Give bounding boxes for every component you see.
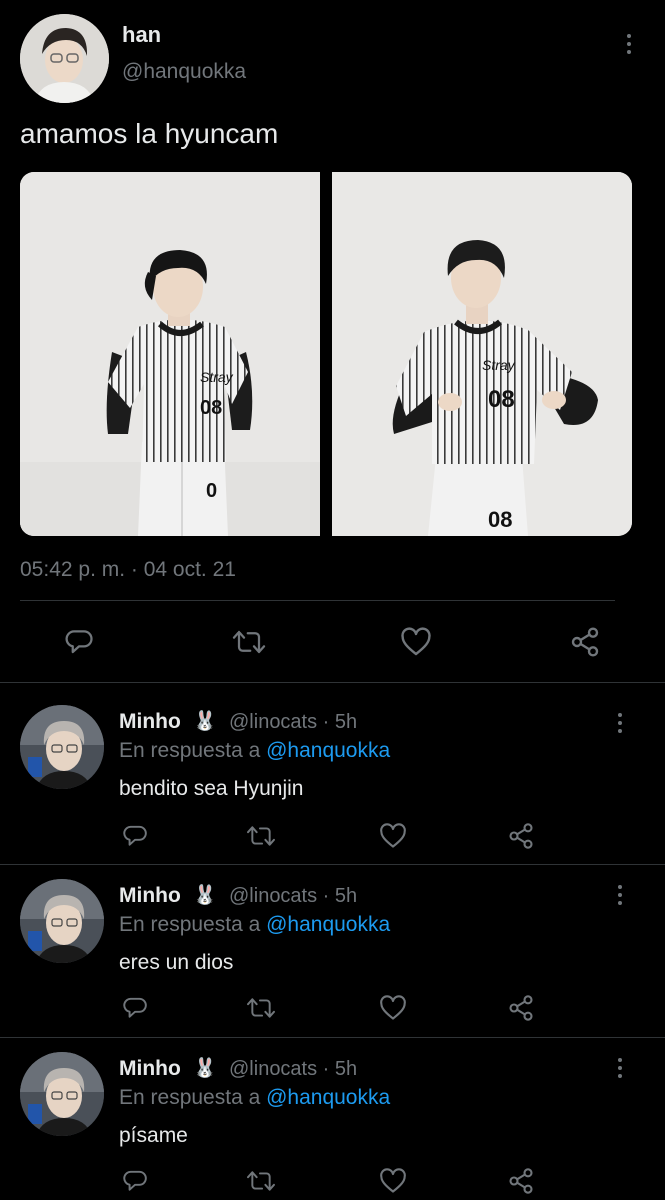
like-button[interactable] bbox=[399, 625, 433, 659]
retweet-icon bbox=[247, 826, 275, 846]
heart-icon bbox=[380, 823, 406, 848]
comment-icon bbox=[123, 997, 147, 1018]
share-button[interactable] bbox=[506, 993, 536, 1023]
reply-avatar[interactable] bbox=[20, 705, 104, 789]
share-button[interactable] bbox=[506, 1166, 536, 1196]
like-button[interactable] bbox=[378, 1166, 408, 1196]
author-display-name[interactable]: han bbox=[122, 22, 161, 48]
reply-text: bendito sea Hyunjin bbox=[119, 777, 304, 800]
tweet-timestamp[interactable]: 05:42 p. m. · 04 oct. 21 bbox=[20, 558, 236, 582]
more-options-icon[interactable] bbox=[608, 880, 632, 910]
rabbit-emoji-icon: 🐰 bbox=[193, 885, 217, 906]
reply-avatar[interactable] bbox=[20, 1052, 104, 1136]
avatar-photo-icon bbox=[20, 1052, 104, 1136]
heart-icon bbox=[380, 995, 406, 1020]
main-tweet: han @hanquokka amamos la hyuncam Stray 0… bbox=[0, 0, 665, 682]
retweet-icon bbox=[247, 998, 275, 1018]
rabbit-emoji-icon: 🐰 bbox=[193, 711, 217, 732]
author-avatar[interactable] bbox=[20, 14, 109, 103]
reply-text: písame bbox=[119, 1124, 188, 1147]
retweet-icon bbox=[247, 1171, 275, 1191]
reply-mention-link[interactable]: @hanquokka bbox=[266, 1086, 390, 1109]
retweet-icon bbox=[232, 630, 266, 654]
svg-text:0: 0 bbox=[206, 480, 217, 502]
share-icon bbox=[509, 995, 533, 1021]
more-options-icon[interactable] bbox=[617, 29, 641, 59]
svg-text:08: 08 bbox=[200, 397, 222, 419]
reply-mention-link[interactable]: @hanquokka bbox=[266, 913, 390, 936]
rabbit-emoji-icon: 🐰 bbox=[193, 1058, 217, 1079]
reply-handle[interactable]: @linocats · 5h bbox=[229, 885, 357, 908]
reply-display-name[interactable]: Minho bbox=[119, 710, 181, 734]
reply-context-prefix: En respuesta a bbox=[119, 1086, 267, 1109]
reply-button[interactable] bbox=[62, 625, 96, 659]
like-button[interactable] bbox=[378, 821, 408, 851]
reply-display-name[interactable]: Minho bbox=[119, 1057, 181, 1081]
share-icon bbox=[571, 627, 599, 657]
heart-icon bbox=[401, 627, 431, 656]
reply-tweet[interactable]: Minho 🐰 @linocats · 5h En respuesta a @h… bbox=[0, 683, 665, 864]
retweet-button[interactable] bbox=[244, 821, 278, 851]
retweet-button[interactable] bbox=[244, 1166, 278, 1196]
reply-mention-link[interactable]: @hanquokka bbox=[266, 739, 390, 762]
more-options-icon[interactable] bbox=[608, 708, 632, 738]
comment-icon bbox=[123, 825, 147, 846]
retweet-button[interactable] bbox=[244, 993, 278, 1023]
reply-context: En respuesta a @hanquokka bbox=[119, 913, 390, 937]
reply-context: En respuesta a @hanquokka bbox=[119, 739, 390, 763]
share-button[interactable] bbox=[506, 821, 536, 851]
avatar-photo-icon bbox=[20, 14, 109, 103]
avatar-photo-icon bbox=[20, 879, 104, 963]
tweet-text: amamos la hyuncam bbox=[20, 118, 279, 149]
share-button[interactable] bbox=[568, 625, 602, 659]
reply-tweet[interactable]: Minho 🐰 @linocats · 5h En respuesta a @h… bbox=[0, 865, 665, 1037]
share-icon bbox=[509, 1168, 533, 1194]
svg-text:08: 08 bbox=[488, 507, 512, 532]
retweet-button[interactable] bbox=[229, 625, 269, 659]
reply-display-name[interactable]: Minho bbox=[119, 884, 181, 908]
reply-context-prefix: En respuesta a bbox=[119, 913, 267, 936]
reply-button[interactable] bbox=[120, 1166, 150, 1196]
reply-button[interactable] bbox=[120, 821, 150, 851]
divider bbox=[20, 600, 615, 601]
like-button[interactable] bbox=[378, 993, 408, 1023]
tweet-photo-2[interactable]: 08 Stray 08 bbox=[332, 172, 632, 536]
reply-button[interactable] bbox=[120, 993, 150, 1023]
heart-icon bbox=[380, 1168, 406, 1193]
comment-icon bbox=[65, 630, 93, 654]
reply-avatar[interactable] bbox=[20, 879, 104, 963]
reply-handle[interactable]: @linocats · 5h bbox=[229, 1058, 357, 1081]
author-handle[interactable]: @hanquokka bbox=[122, 60, 246, 84]
reply-context-prefix: En respuesta a bbox=[119, 739, 267, 762]
tweet-photo-1[interactable]: Stray 08 0 bbox=[20, 172, 320, 536]
reply-text: eres un dios bbox=[119, 951, 234, 974]
svg-text:Stray: Stray bbox=[200, 369, 234, 385]
svg-text:08: 08 bbox=[488, 386, 515, 413]
share-icon bbox=[509, 823, 533, 849]
comment-icon bbox=[123, 1170, 147, 1191]
photo-icon: 08 Stray 08 bbox=[332, 172, 632, 536]
photo-icon: Stray 08 0 bbox=[20, 172, 320, 536]
reply-context: En respuesta a @hanquokka bbox=[119, 1086, 390, 1110]
reply-handle[interactable]: @linocats · 5h bbox=[229, 711, 357, 734]
svg-text:Stray: Stray bbox=[482, 357, 516, 373]
reply-tweet[interactable]: Minho 🐰 @linocats · 5h En respuesta a @h… bbox=[0, 1038, 665, 1200]
avatar-photo-icon bbox=[20, 705, 104, 789]
more-options-icon[interactable] bbox=[608, 1053, 632, 1083]
